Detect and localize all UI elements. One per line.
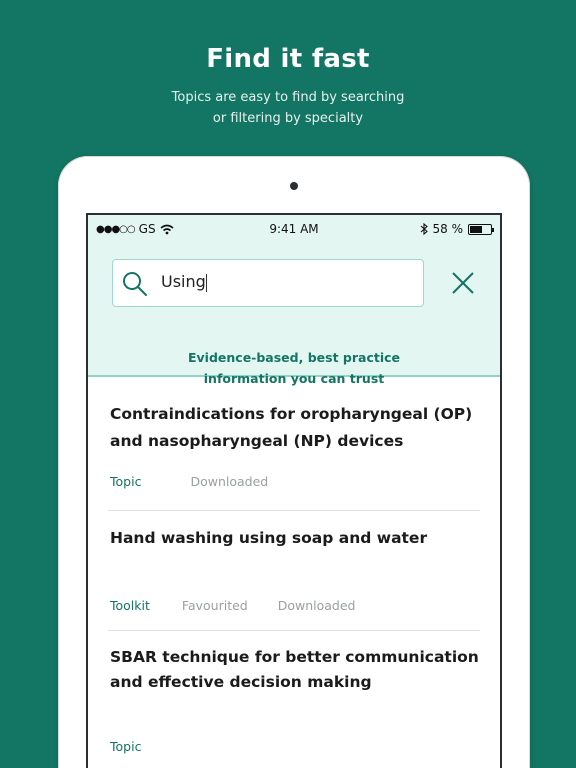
battery-percent: 58 %: [432, 222, 464, 236]
result-type-label: Topic: [110, 474, 142, 489]
battery-icon: [468, 223, 494, 235]
result-title: Contraindications for oropharyngeal (OP)…: [110, 401, 472, 455]
front-camera: [290, 182, 298, 190]
result-meta: Topic Downloaded: [110, 474, 268, 489]
result-title-line-1: SBAR technique for better communication: [110, 648, 479, 666]
result-title-line-2: and nasopharyngeal (NP) devices: [110, 432, 404, 450]
result-title: Hand washing using soap and water: [110, 525, 427, 552]
result-type-label: Topic: [110, 739, 142, 754]
result-item[interactable]: Hand washing using soap and water Toolki…: [108, 511, 480, 631]
tablet-screen: ●●●○○ GS 9:41 AM 58 % Using Evidence-bas…: [86, 213, 502, 768]
bluetooth-icon: [420, 223, 428, 235]
result-title-line-1: Contraindications for oropharyngeal (OP): [110, 405, 473, 423]
promo-subtitle-line-2: or filtering by specialty: [212, 111, 364, 126]
result-title-line-2: and effective decision making: [110, 673, 372, 691]
battery-fill: [470, 225, 482, 233]
result-meta: Toolkit Favourited Downloaded: [110, 598, 355, 613]
text-caret: [205, 273, 207, 292]
status-bar: ●●●○○ GS 9:41 AM 58 %: [88, 215, 500, 243]
result-meta: Topic: [110, 739, 141, 754]
search-icon: [123, 272, 147, 296]
result-item[interactable]: SBAR technique for better communication …: [108, 631, 480, 768]
result-title: SBAR technique for better communication …: [110, 645, 479, 695]
result-type-label: Toolkit: [110, 598, 150, 613]
search-input-value: Using: [161, 272, 206, 291]
promo-headline: Find it fast: [206, 44, 370, 74]
downloaded-label: Downloaded: [277, 598, 356, 613]
result-item[interactable]: Contraindications for oropharyngeal (OP)…: [108, 377, 480, 511]
search-panel: Using Evidence-based, best practice info…: [88, 243, 500, 386]
promo-subtitle: Topics are easy to find by searching or …: [0, 87, 576, 129]
search-results-list: Contraindications for oropharyngeal (OP)…: [88, 377, 500, 768]
search-box[interactable]: Using: [112, 259, 424, 307]
favourited-label: Favourited: [181, 598, 248, 613]
promo-subtitle-line-1: Topics are easy to find by searching: [171, 90, 405, 105]
downloaded-label: Downloaded: [190, 474, 269, 489]
status-right: 58 %: [420, 222, 494, 236]
result-title-line-1: Hand washing using soap and water: [110, 529, 428, 547]
clear-search-close-icon[interactable]: [450, 270, 476, 296]
search-input[interactable]: Using: [161, 272, 411, 296]
tagline-line-1: Evidence-based, best practice: [187, 350, 401, 365]
